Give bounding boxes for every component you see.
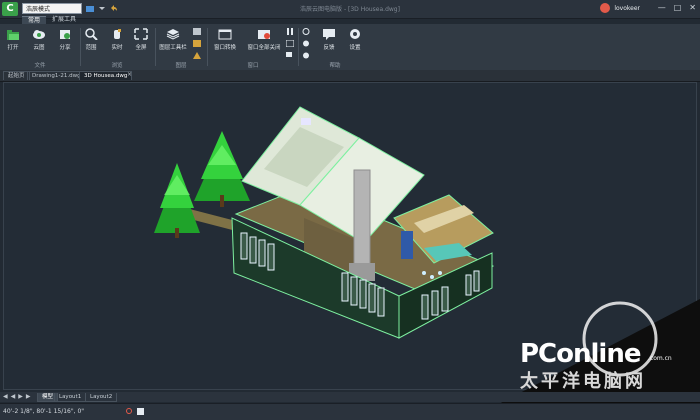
- zoom-extents-button[interactable]: 范围: [80, 28, 102, 51]
- feedback-label: 反馈: [323, 45, 335, 51]
- share-label: 分享: [59, 45, 71, 51]
- prev-layout-icon[interactable]: ◀: [11, 393, 16, 400]
- ribbon: 打开 云图 分享 文件 范围 实时 全屏 浏览 图层工具栏 图层 窗口转换 窗口…: [0, 24, 700, 71]
- watermark-brand: PConline: [520, 339, 641, 369]
- tile-icon[interactable]: [285, 39, 295, 49]
- last-layout-icon[interactable]: ▶: [26, 393, 31, 400]
- open-button[interactable]: 打开: [2, 28, 24, 51]
- group-view-label: 浏览: [111, 63, 123, 69]
- open-label: 打开: [7, 45, 19, 51]
- layer-tool-icon[interactable]: [193, 52, 201, 61]
- layout-tab-bar: ◀ ◀ ▶ ▶ 模型 Layout1 Layout2: [0, 392, 700, 402]
- next-layout-icon[interactable]: ▶: [18, 393, 23, 400]
- fullscreen-label: 全屏: [135, 45, 147, 51]
- window-convert-label: 窗口转换: [213, 45, 236, 51]
- avatar[interactable]: [600, 3, 611, 13]
- layer-toolbar-button[interactable]: 图层工具栏: [158, 28, 188, 51]
- close-all-icon: [257, 28, 271, 40]
- window-controls: — □ ✕: [658, 3, 696, 12]
- grid-icon[interactable]: [137, 408, 144, 415]
- minimize-button[interactable]: —: [658, 3, 666, 12]
- tab-start-page[interactable]: 起始页: [3, 71, 30, 80]
- tree-icon: [194, 131, 250, 207]
- settings-label: 设置: [349, 45, 361, 51]
- group-divider: [298, 28, 299, 66]
- first-layout-icon[interactable]: ◀: [3, 393, 8, 400]
- pause-icon[interactable]: [286, 28, 294, 37]
- cloud-button[interactable]: 云图: [28, 28, 50, 51]
- layer-tool-icon[interactable]: [193, 28, 201, 37]
- realtime-button[interactable]: 实时: [106, 28, 128, 51]
- sync-icon[interactable]: [302, 40, 310, 49]
- fullscreen-icon: [134, 28, 148, 40]
- cloud-icon: [32, 28, 46, 40]
- window-small-tools: [285, 28, 295, 61]
- wifi-sign: [301, 118, 311, 125]
- group-file-label: 文件: [34, 63, 46, 69]
- close-all-windows-button[interactable]: 窗口全部关闭: [246, 28, 282, 51]
- status-bar: 40'-2 1/8", 80'-1 15/16", 0": [0, 403, 700, 420]
- layer-tool-icon[interactable]: [193, 40, 201, 49]
- title-bar: C 浩辰模式 浩辰云图电脑版 - [3D Housea.dwg] lovokee…: [0, 0, 700, 19]
- layout-nav: ◀ ◀ ▶ ▶: [3, 393, 31, 400]
- help-icon[interactable]: [302, 52, 310, 61]
- close-button[interactable]: ✕: [689, 3, 696, 12]
- tab-layout2[interactable]: Layout2: [85, 393, 118, 402]
- help-small-tools: [302, 28, 310, 61]
- search-icon[interactable]: [126, 408, 133, 415]
- document-tabs: 起始页 Drawing1-21.dwg 3D Housea.dwg ×: [0, 70, 700, 82]
- watermark-chinese: 太平洋电脑网: [520, 371, 646, 392]
- fullscreen-button[interactable]: 全屏: [130, 28, 152, 51]
- user-info[interactable]: lovokeer: [600, 3, 640, 13]
- tab-3d-housea[interactable]: 3D Housea.dwg: [79, 71, 133, 80]
- folder-open-icon: [6, 28, 20, 40]
- cascade-icon[interactable]: [286, 52, 294, 61]
- settings-button[interactable]: 设置: [344, 28, 366, 51]
- realtime-label: 实时: [111, 45, 123, 51]
- tree-icon: [154, 163, 200, 238]
- watermark-domain: .com.cn: [648, 355, 672, 362]
- group-help-label: 帮助: [329, 63, 341, 69]
- layers-icon: [166, 28, 180, 40]
- close-tab-icon[interactable]: ×: [127, 71, 132, 78]
- gear-icon: [348, 28, 362, 40]
- zoom-extents-label: 范围: [85, 45, 97, 51]
- fridge: [401, 231, 413, 259]
- info-icon[interactable]: [302, 28, 310, 37]
- layer-small-tools: [193, 28, 201, 61]
- zoom-icon: [84, 28, 98, 41]
- group-layer-label: 图层: [175, 63, 187, 69]
- window-convert-button[interactable]: 窗口转换: [210, 28, 240, 51]
- share-button[interactable]: 分享: [54, 28, 76, 51]
- tab-extended-tools[interactable]: 扩展工具: [46, 16, 82, 24]
- close-all-windows-label: 窗口全部关闭: [247, 45, 281, 51]
- window-convert-icon: [218, 28, 232, 40]
- maximize-button[interactable]: □: [674, 3, 682, 12]
- status-tools: [126, 408, 144, 415]
- coordinate-readout: 40'-2 1/8", 80'-1 15/16", 0": [3, 408, 85, 415]
- user-name: lovokeer: [614, 4, 640, 12]
- hand-icon: [110, 28, 124, 40]
- group-window-label: 窗口: [247, 63, 259, 69]
- cloud-label: 云图: [33, 45, 45, 51]
- feedback-icon: [322, 28, 336, 40]
- window-title: 浩辰云图电脑版 - [3D Housea.dwg]: [300, 6, 400, 13]
- tab-layout1[interactable]: Layout1: [54, 393, 87, 402]
- share-icon: [58, 28, 72, 40]
- tab-drawing1[interactable]: Drawing1-21.dwg: [27, 71, 86, 80]
- layer-toolbar-label: 图层工具栏: [159, 45, 187, 51]
- feedback-button[interactable]: 反馈: [318, 28, 340, 51]
